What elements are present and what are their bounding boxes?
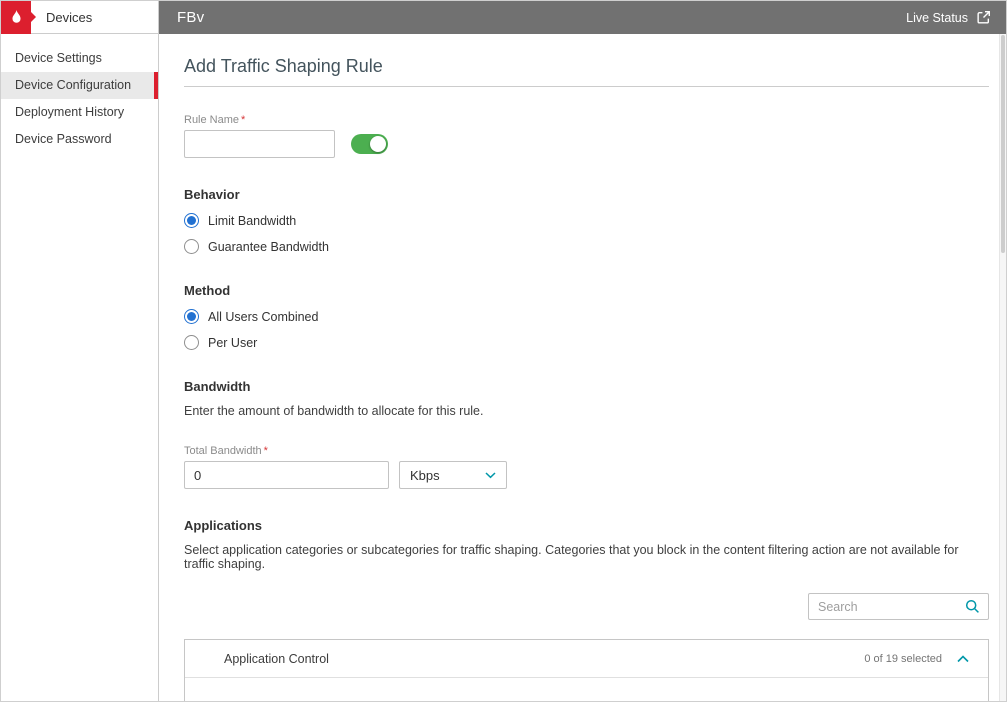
topbar: FBv Live Status: [159, 1, 1006, 34]
rule-enabled-toggle[interactable]: [351, 134, 388, 154]
radio-icon: [184, 335, 199, 350]
sidebar-menu: Device Settings Device Configuration Dep…: [1, 34, 158, 153]
bandwidth-unit-value: Kbps: [410, 467, 440, 483]
search-input[interactable]: [818, 599, 965, 614]
chevron-up-icon: [957, 654, 969, 662]
bandwidth-description: Enter the amount of bandwidth to allocat…: [184, 404, 484, 418]
search-box: [808, 593, 989, 620]
required-asterisk: *: [241, 114, 246, 126]
sidebar-item-deployment-history[interactable]: Deployment History: [1, 99, 158, 126]
panel-selected-summary: 0 of 19 selected: [864, 652, 942, 665]
radio-label: All Users Combined: [208, 309, 319, 324]
sidebar-title: Devices: [46, 9, 93, 25]
rule-name-row: [184, 130, 989, 158]
total-bandwidth-label: Total Bandwidth *: [184, 445, 268, 457]
page-title: Add Traffic Shaping Rule: [184, 56, 383, 76]
behavior-heading: Behavior: [184, 187, 240, 202]
radio-icon: [184, 309, 199, 324]
collapse-button[interactable]: [957, 654, 969, 663]
total-bandwidth-input[interactable]: [184, 461, 389, 489]
live-status-link[interactable]: Live Status: [906, 10, 991, 25]
rule-name-input[interactable]: [184, 130, 335, 158]
panel-body: Business tools 0 of 23 selected Database…: [185, 678, 988, 701]
radio-label: Per User: [208, 335, 258, 350]
main-content: Add Traffic Shaping Rule Rule Name * Beha…: [160, 34, 999, 701]
list-item: Database tools 0 of 3 selected: [587, 692, 989, 701]
sidebar-header: Devices: [1, 1, 158, 34]
sidebar-item-device-configuration[interactable]: Device Configuration: [1, 72, 158, 99]
radio-all-users-combined[interactable]: All Users Combined: [184, 309, 318, 324]
sidebar-item-device-password[interactable]: Device Password: [1, 126, 158, 153]
scrollbar-thumb[interactable]: [1001, 35, 1005, 253]
radio-icon: [184, 239, 199, 254]
radio-per-user[interactable]: Per User: [184, 335, 257, 350]
search-icon[interactable]: [965, 599, 980, 614]
panel-header[interactable]: Application Control 0 of 19 selected: [185, 640, 988, 678]
app-window: Devices Device Settings Device Configura…: [0, 0, 1007, 702]
radio-limit-bandwidth[interactable]: Limit Bandwidth: [184, 213, 296, 228]
method-heading: Method: [184, 283, 231, 298]
sidebar: Devices Device Settings Device Configura…: [1, 1, 159, 701]
applications-heading: Applications: [184, 518, 263, 533]
radio-guarantee-bandwidth[interactable]: Guarantee Bandwidth: [184, 239, 329, 254]
application-control-panel: Application Control 0 of 19 selected Bus…: [184, 639, 989, 701]
applications-description: Select application categories or subcate…: [184, 543, 959, 571]
bandwidth-heading: Bandwidth: [184, 379, 251, 394]
search-row: [184, 593, 989, 620]
radio-label: Limit Bandwidth: [208, 213, 297, 228]
sidebar-item-device-settings[interactable]: Device Settings: [1, 45, 158, 72]
toggle-knob: [370, 136, 386, 152]
radio-icon: [184, 213, 199, 228]
required-asterisk: *: [263, 445, 268, 457]
bandwidth-unit-select[interactable]: Kbps: [399, 461, 507, 489]
external-link-icon: [976, 10, 991, 25]
device-title: FBv: [177, 9, 205, 26]
flame-icon: [9, 9, 24, 26]
vertical-scrollbar[interactable]: [999, 34, 1006, 701]
watchguard-logo[interactable]: [1, 1, 36, 34]
total-bandwidth-row: Kbps: [184, 461, 989, 489]
live-status-label: Live Status: [906, 10, 968, 25]
chevron-down-icon: [485, 471, 496, 478]
rule-name-label: Rule Name *: [184, 114, 246, 126]
radio-label: Guarantee Bandwidth: [208, 239, 329, 254]
panel-title: Application Control: [224, 651, 329, 666]
title-divider: [184, 86, 989, 87]
list-item: Business tools 0 of 23 selected: [185, 692, 587, 701]
